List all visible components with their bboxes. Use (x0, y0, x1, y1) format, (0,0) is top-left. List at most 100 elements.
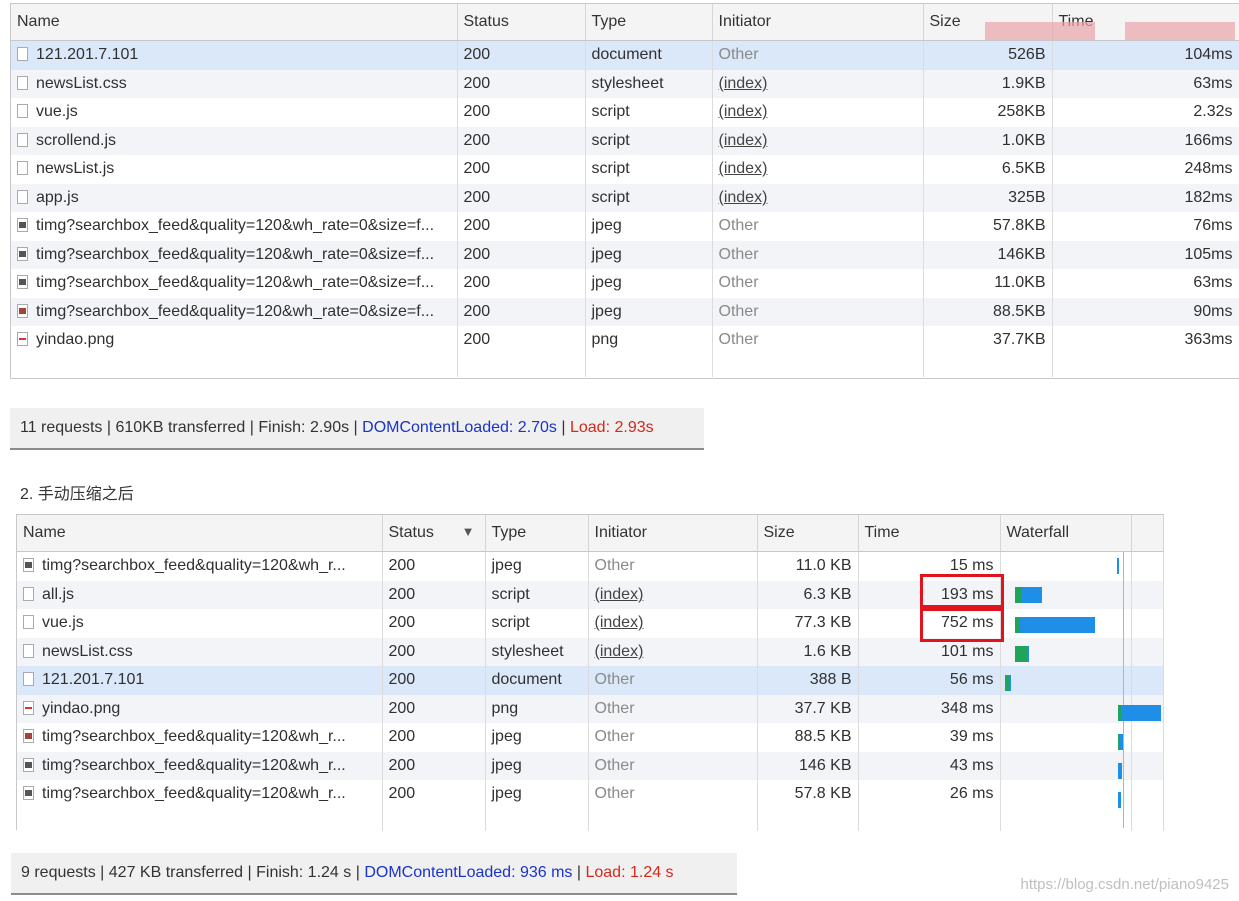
col-header-initiator[interactable]: Initiator (588, 515, 758, 552)
cell-name[interactable]: vue.js (17, 609, 383, 638)
cell-initiator[interactable]: (index) (712, 98, 924, 127)
cell-name[interactable]: timg?searchbox_feed&quality=120&wh_r... (17, 551, 383, 581)
waterfall-bar (1117, 558, 1119, 574)
cell-name[interactable]: timg?searchbox_feed&quality=120&wh_r... (17, 723, 383, 752)
table-row[interactable]: 121.201.7.101 200 document Other 526B 104ms (11, 40, 1239, 70)
initiator-link[interactable]: (index) (595, 586, 644, 603)
request-name[interactable]: scrollend.js (36, 132, 116, 149)
col-header-waterfall[interactable]: Waterfall (1000, 515, 1132, 552)
image-thumbnail-icon (17, 303, 28, 318)
table-row[interactable]: app.js 200 script (index) 325B 182ms (11, 183, 1239, 212)
request-name[interactable]: newsList.js (36, 160, 114, 177)
table-row[interactable]: scrollend.js 200 script (index) 1.0KB 166ms (11, 126, 1239, 155)
table-row[interactable]: vue.js 200 script (index) 258KB 2.32s (11, 98, 1239, 127)
request-name[interactable]: yindao.png (42, 700, 120, 717)
col-header-size[interactable]: Size (757, 515, 859, 552)
cell-initiator[interactable]: (index) (712, 126, 924, 155)
col-header-time[interactable]: Time (858, 515, 1001, 552)
table-row[interactable]: timg?searchbox_feed&quality=120&wh_rate=… (11, 297, 1239, 326)
col-header-type[interactable]: Type (485, 515, 589, 552)
table-row[interactable]: timg?searchbox_feed&quality=120&wh_rate=… (11, 269, 1239, 298)
table-row[interactable]: newsList.css 200 stylesheet (index) 1.9KB 63m… (11, 69, 1239, 98)
col-header-initiator[interactable]: Initiator (712, 4, 924, 41)
request-name[interactable]: yindao.png (36, 331, 114, 348)
table-row[interactable]: timg?searchbox_feed&quality=120&wh_r... 2… (17, 751, 1164, 780)
cell-status: 200 (457, 69, 586, 98)
dom-content-loaded: DOMContentLoaded: 936 ms (364, 864, 573, 881)
request-name[interactable]: timg?searchbox_feed&quality=120&wh_rate=… (36, 246, 434, 263)
cell-name[interactable]: app.js (11, 183, 458, 212)
initiator-link[interactable]: (index) (595, 643, 644, 660)
initiator-link[interactable]: (index) (719, 75, 768, 92)
request-name[interactable]: app.js (36, 189, 79, 206)
table-row[interactable]: timg?searchbox_feed&quality=120&wh_r... 2… (17, 723, 1164, 752)
network-table-before: Name Status Type Initiator Size Time 121… (11, 4, 1239, 377)
request-name[interactable]: timg?searchbox_feed&quality=120&wh_rate=… (36, 303, 434, 320)
cell-name[interactable]: yindao.png (17, 694, 383, 723)
table-row[interactable]: 121.201.7.101 200 document Other 388 B 56 ms (17, 666, 1164, 695)
initiator-text: Other (718, 331, 759, 349)
cell-name[interactable]: timg?searchbox_feed&quality=120&wh_rate=… (11, 212, 458, 241)
request-name[interactable]: all.js (42, 586, 74, 603)
cell-type: script (485, 609, 589, 638)
cell-name[interactable]: newsList.css (17, 637, 383, 666)
cell-name[interactable]: timg?searchbox_feed&quality=120&wh_r... (17, 751, 383, 780)
cell-name[interactable]: newsList.css (11, 69, 458, 98)
table-row[interactable]: timg?searchbox_feed&quality=120&wh_r... 2… (17, 780, 1164, 809)
col-header-name[interactable]: Name (17, 515, 383, 552)
cell-name[interactable]: timg?searchbox_feed&quality=120&wh_rate=… (11, 269, 458, 298)
cell-status: 200 (382, 637, 486, 666)
cell-initiator[interactable]: (index) (588, 637, 758, 666)
watermark: https://blog.csdn.net/piano9425 (1020, 876, 1230, 893)
request-name[interactable]: timg?searchbox_feed&quality=120&wh_r... (42, 557, 346, 574)
col-header-type[interactable]: Type (585, 4, 713, 41)
col-header-name[interactable]: Name (11, 4, 458, 41)
table-row[interactable]: timg?searchbox_feed&quality=120&wh_rate=… (11, 212, 1239, 241)
col-header-status[interactable]: Status ▼ (382, 515, 486, 552)
table-row[interactable]: newsList.js 200 script (index) 6.5KB 248ms (11, 155, 1239, 184)
request-name[interactable]: 121.201.7.101 (42, 671, 144, 688)
cell-name[interactable]: 121.201.7.101 (11, 40, 458, 70)
initiator-link[interactable]: (index) (719, 160, 768, 177)
cell-name[interactable]: 121.201.7.101 (17, 666, 383, 695)
cell-name[interactable]: yindao.png (11, 326, 458, 355)
table-row[interactable]: yindao.png 200 png Other 37.7KB 363ms (11, 326, 1239, 355)
waterfall-bar (1120, 733, 1123, 750)
image-thumbnail-icon (23, 729, 34, 744)
initiator-text: Other (594, 728, 635, 746)
request-name[interactable]: timg?searchbox_feed&quality=120&wh_rate=… (36, 274, 434, 291)
initiator-link[interactable]: (index) (595, 614, 644, 631)
cell-initiator[interactable]: (index) (712, 155, 924, 184)
cell-name[interactable]: vue.js (11, 98, 458, 127)
request-name[interactable]: 121.201.7.101 (36, 46, 138, 63)
initiator-link[interactable]: (index) (719, 189, 768, 206)
cell-initiator[interactable]: (index) (712, 183, 924, 212)
request-name[interactable]: vue.js (42, 614, 84, 631)
request-name[interactable]: vue.js (36, 103, 78, 120)
cell-initiator[interactable]: (index) (588, 609, 758, 638)
request-name[interactable]: timg?searchbox_feed&quality=120&wh_r... (42, 728, 346, 745)
request-name[interactable]: newsList.css (36, 75, 127, 92)
table-row[interactable]: timg?searchbox_feed&quality=120&wh_rate=… (11, 240, 1239, 269)
sort-descending-icon[interactable]: ▼ (462, 524, 475, 539)
cell-initiator[interactable]: (index) (712, 69, 924, 98)
cell-name[interactable]: newsList.js (11, 155, 458, 184)
separator: | (351, 864, 365, 881)
col-header-status[interactable]: Status (457, 4, 586, 41)
table-row[interactable]: yindao.png 200 png Other 37.7 KB 348 ms (17, 694, 1164, 723)
request-name[interactable]: timg?searchbox_feed&quality=120&wh_rate=… (36, 217, 434, 234)
cell-name[interactable]: timg?searchbox_feed&quality=120&wh_r... (17, 780, 383, 809)
request-name[interactable]: newsList.css (42, 643, 133, 660)
initiator-link[interactable]: (index) (719, 132, 768, 149)
cell-name[interactable]: all.js (17, 580, 383, 609)
empty-cell (712, 354, 924, 377)
separator: | (245, 419, 259, 436)
cell-size: 146KB (923, 240, 1053, 269)
cell-initiator[interactable]: (index) (588, 580, 758, 609)
cell-name[interactable]: timg?searchbox_feed&quality=120&wh_rate=… (11, 240, 458, 269)
initiator-link[interactable]: (index) (719, 103, 768, 120)
request-name[interactable]: timg?searchbox_feed&quality=120&wh_r... (42, 785, 346, 802)
cell-name[interactable]: scrollend.js (11, 126, 458, 155)
request-name[interactable]: timg?searchbox_feed&quality=120&wh_r... (42, 757, 346, 774)
cell-name[interactable]: timg?searchbox_feed&quality=120&wh_rate=… (11, 297, 458, 326)
